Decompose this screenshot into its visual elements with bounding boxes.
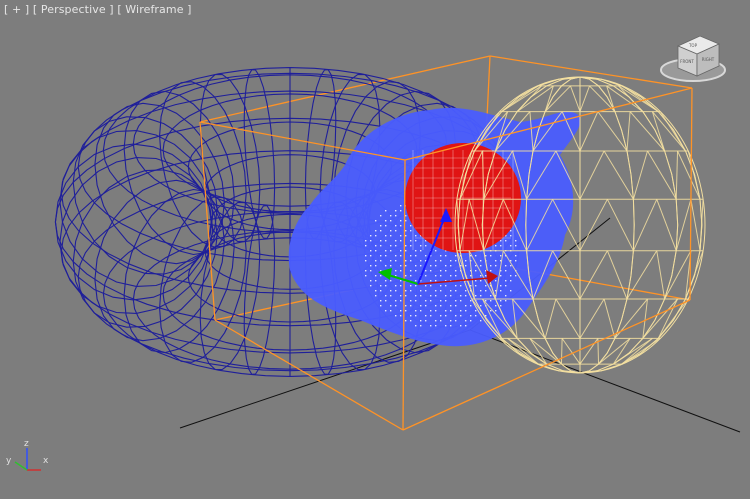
axis-x-label: x (43, 456, 49, 466)
viewport-shading-menu[interactable]: [ Wireframe ] (117, 3, 191, 16)
viewcube-front-label: FRONT (680, 59, 694, 64)
perspective-viewport[interactable]: z x y TOP FRONT RIGHT [ + ] [ Perspectiv… (0, 0, 750, 499)
viewcube-icon[interactable]: TOP FRONT RIGHT (660, 35, 726, 82)
viewcube-top-label: TOP (688, 43, 698, 48)
axis-z-label: z (24, 439, 29, 449)
viewport-view-menu[interactable]: [ Perspective ] (33, 3, 114, 16)
scene-canvas[interactable]: z x y TOP FRONT RIGHT (0, 0, 750, 499)
axis-tripod: z x y (6, 439, 49, 471)
viewport-plus-menu[interactable]: [ + ] (4, 3, 29, 16)
axis-y-label: y (6, 456, 12, 466)
viewport-label-menu: [ + ] [ Perspective ] [ Wireframe ] (4, 3, 192, 16)
viewcube-right-label: RIGHT (702, 57, 715, 62)
